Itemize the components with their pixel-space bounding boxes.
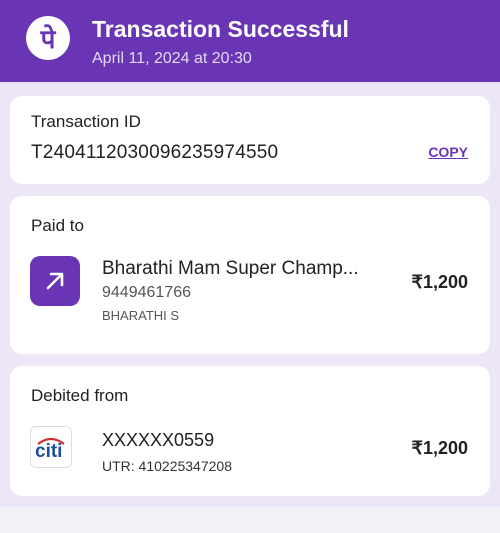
header: पे Transaction Successful April 11, 2024… — [0, 0, 500, 82]
copy-button[interactable]: COPY — [428, 144, 468, 160]
transaction-id-value: T2404112030096235974550 — [31, 142, 279, 163]
transaction-id-label: Transaction ID — [31, 112, 141, 131]
debited-amount: ₹1,200 — [411, 438, 469, 458]
bank-account-number: XXXXXX0559 — [102, 430, 215, 450]
payee-name: Bharathi Mam Super Champ... — [102, 258, 359, 279]
paid-to-card[interactable]: Paid to Bharathi Mam Super Champ... 9449… — [10, 196, 490, 354]
logo-glyph: पे — [40, 24, 56, 54]
debited-from-label: Debited from — [31, 386, 129, 405]
payee-phone: 9449461766 — [102, 284, 191, 301]
page-title: Transaction Successful — [92, 16, 349, 42]
debited-from-card[interactable]: Debited from citi XXXXXX0559 UTR: 410225… — [10, 366, 490, 496]
bottom-area — [0, 507, 500, 533]
transaction-datetime: April 11, 2024 at 20:30 — [92, 50, 252, 67]
paid-amount: ₹1,200 — [411, 272, 469, 292]
payee-holder-name: BHARATHI S — [102, 308, 180, 323]
arrow-up-right-icon — [30, 256, 80, 306]
paid-to-label: Paid to — [31, 216, 84, 235]
bank-logo-text: citi — [35, 441, 63, 462]
citi-bank-logo: citi — [30, 426, 72, 468]
phonepe-logo: पे — [26, 16, 70, 60]
utr-number: UTR: 410225347208 — [102, 458, 232, 474]
transaction-id-card: Transaction ID T2404112030096235974550 C… — [10, 96, 490, 184]
